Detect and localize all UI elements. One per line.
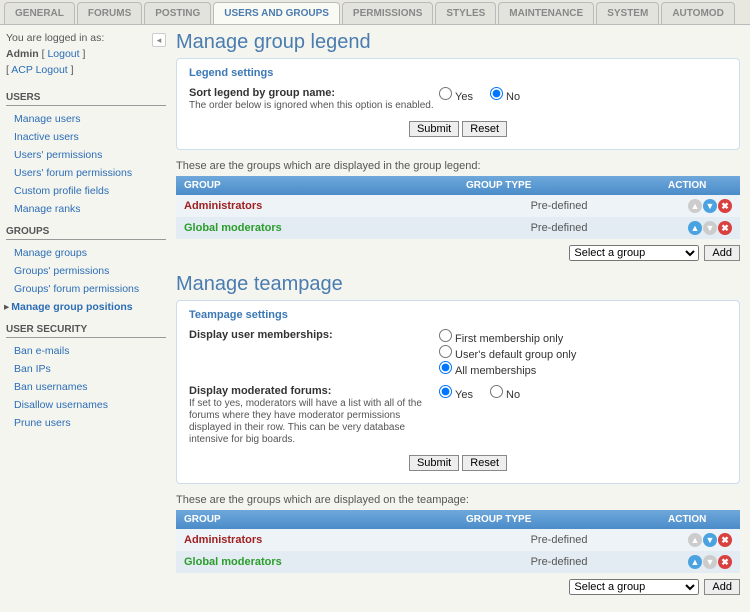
tab-styles[interactable]: STYLES: [435, 2, 496, 24]
sidebar-item-ban-ips[interactable]: Ban IPs: [6, 360, 166, 378]
section-title-teampage: Manage teampage: [176, 273, 740, 296]
teampage-groups-table: GROUP GROUP TYPE ACTION AdministratorsPr…: [176, 510, 740, 573]
sidebar-item-manage-groups[interactable]: Manage groups: [6, 244, 166, 262]
sidebar-item-users-forum-permissions[interactable]: Users' forum permissions: [6, 164, 166, 182]
membership-option-radio[interactable]: First membership only: [439, 329, 713, 345]
tab-system[interactable]: SYSTEM: [596, 2, 659, 24]
tab-forums[interactable]: FORUMS: [77, 2, 142, 24]
delete-icon[interactable]: ✖: [718, 533, 732, 547]
group-type: Pre-defined: [458, 217, 660, 239]
sort-yes-radio[interactable]: Yes: [439, 91, 473, 103]
section-title-legend: Manage group legend: [176, 31, 740, 54]
tab-posting[interactable]: POSTING: [144, 2, 211, 24]
sidebar-item-users-permissions[interactable]: Users' permissions: [6, 146, 166, 164]
move-down-icon[interactable]: ▼: [703, 533, 717, 547]
collapse-sidebar-icon[interactable]: ◂: [152, 33, 166, 47]
move-down-icon[interactable]: ▼: [703, 199, 717, 213]
logout-link[interactable]: Logout: [47, 48, 79, 60]
group-name: Global moderators: [176, 551, 458, 573]
sidebar-item-manage-users[interactable]: Manage users: [6, 110, 166, 128]
move-up-icon: ▲: [688, 199, 702, 213]
sidebar-header: USERS: [6, 92, 166, 106]
delete-icon[interactable]: ✖: [718, 199, 732, 213]
reset-button-teampage[interactable]: Reset: [462, 455, 507, 471]
sidebar-header: GROUPS: [6, 226, 166, 240]
tab-general[interactable]: GENERAL: [4, 2, 75, 24]
move-up-icon[interactable]: ▲: [688, 555, 702, 569]
table-row: AdministratorsPre-defined ▲▼✖: [176, 529, 740, 551]
membership-option-radio[interactable]: All memberships: [439, 361, 713, 377]
submit-button[interactable]: Submit: [409, 121, 459, 137]
membership-option-radio[interactable]: User's default group only: [439, 345, 713, 361]
table-row: AdministratorsPre-defined ▲▼✖: [176, 195, 740, 217]
modforums-no-radio[interactable]: No: [490, 389, 520, 401]
group-name: Administrators: [176, 529, 458, 551]
acp-logout-link[interactable]: ACP Logout: [11, 64, 67, 76]
delete-icon[interactable]: ✖: [718, 221, 732, 235]
table-row: Global moderatorsPre-defined ▲▼✖: [176, 551, 740, 573]
legend-groups-table: GROUP GROUP TYPE ACTION AdministratorsPr…: [176, 176, 740, 239]
delete-icon[interactable]: ✖: [718, 555, 732, 569]
sidebar-item-ban-e-mails[interactable]: Ban e-mails: [6, 342, 166, 360]
legend-settings-fieldset: Legend settings Sort legend by group nam…: [176, 58, 740, 150]
select-group-legend[interactable]: Select a group: [569, 245, 699, 261]
sidebar-item-prune-users[interactable]: Prune users: [6, 414, 166, 432]
group-type: Pre-defined: [458, 529, 660, 551]
submit-button-teampage[interactable]: Submit: [409, 455, 459, 471]
move-up-icon[interactable]: ▲: [688, 221, 702, 235]
sidebar-item-groups-permissions[interactable]: Groups' permissions: [6, 262, 166, 280]
move-up-icon: ▲: [688, 533, 702, 547]
sidebar-item-ban-usernames[interactable]: Ban usernames: [6, 378, 166, 396]
move-down-icon: ▼: [703, 555, 717, 569]
add-group-legend-button[interactable]: Add: [704, 245, 740, 261]
move-down-icon: ▼: [703, 221, 717, 235]
table-row: Global moderatorsPre-defined ▲▼✖: [176, 217, 740, 239]
sidebar-item-groups-forum-permissions[interactable]: Groups' forum permissions: [6, 280, 166, 298]
group-name: Administrators: [176, 195, 458, 217]
login-info: You are logged in as: Admin [ Logout ] […: [6, 31, 166, 84]
sidebar-header: USER SECURITY: [6, 324, 166, 338]
sort-no-radio[interactable]: No: [490, 91, 520, 103]
current-user: Admin: [6, 48, 39, 60]
group-type: Pre-defined: [458, 551, 660, 573]
tab-automod[interactable]: AUTOMOD: [661, 2, 734, 24]
add-group-teampage-button[interactable]: Add: [704, 579, 740, 595]
sidebar-item-manage-ranks[interactable]: Manage ranks: [6, 200, 166, 218]
sidebar-item-manage-group-positions[interactable]: Manage group positions: [6, 298, 166, 316]
tab-users-and-groups[interactable]: USERS AND GROUPS: [213, 2, 340, 24]
sidebar-item-inactive-users[interactable]: Inactive users: [6, 128, 166, 146]
teampage-settings-fieldset: Teampage settings Display user membershi…: [176, 300, 740, 484]
group-name: Global moderators: [176, 217, 458, 239]
sidebar-item-custom-profile-fields[interactable]: Custom profile fields: [6, 182, 166, 200]
sidebar-item-disallow-usernames[interactable]: Disallow usernames: [6, 396, 166, 414]
reset-button[interactable]: Reset: [462, 121, 507, 137]
modforums-yes-radio[interactable]: Yes: [439, 389, 473, 401]
tab-maintenance[interactable]: MAINTENANCE: [498, 2, 594, 24]
select-group-teampage[interactable]: Select a group: [569, 579, 699, 595]
group-type: Pre-defined: [458, 195, 660, 217]
tab-permissions[interactable]: PERMISSIONS: [342, 2, 433, 24]
